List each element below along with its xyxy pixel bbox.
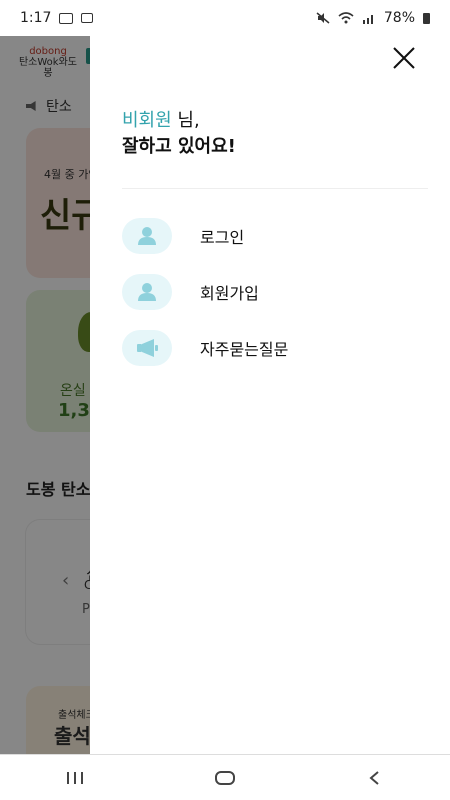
recent-apps-icon [67, 771, 83, 784]
side-drawer: 비회원 님, 잘하고 있어요! 로그인 회원가입 자주묻는질문 [90, 36, 450, 754]
back-button[interactable] [355, 763, 395, 793]
wifi-icon [338, 12, 354, 24]
menu-label-login: 로그인 [200, 228, 245, 247]
battery-icon [423, 12, 430, 24]
screenshot-icon [81, 13, 94, 23]
gallery-icon [59, 12, 74, 24]
menu-label-faq: 자주묻는질문 [200, 340, 289, 359]
user-icon [122, 218, 172, 254]
home-button[interactable] [205, 763, 245, 793]
close-icon [393, 47, 415, 69]
menu-item-faq[interactable]: 자주묻는질문 [122, 328, 422, 368]
honorific: 님, [171, 110, 200, 131]
user-icon [122, 274, 172, 310]
battery-percent: 78% [383, 10, 415, 26]
megaphone-icon [122, 330, 172, 366]
status-time: 1:17 [20, 10, 52, 26]
divider [122, 188, 428, 189]
greeting: 비회원 님, 잘하고 있어요! [122, 108, 236, 160]
system-nav-bar [0, 754, 450, 800]
mute-icon [316, 12, 330, 24]
back-icon [369, 770, 379, 785]
greeting-message: 잘하고 있어요! [122, 136, 236, 157]
home-icon [215, 770, 235, 785]
status-bar: 1:17 78% [0, 0, 450, 36]
menu-item-signup[interactable]: 회원가입 [122, 272, 422, 312]
user-name: 비회원 [122, 110, 172, 131]
recent-apps-button[interactable] [55, 763, 95, 793]
close-button[interactable] [392, 46, 416, 70]
menu-item-login[interactable]: 로그인 [122, 216, 422, 256]
menu-label-signup: 회원가입 [200, 284, 259, 303]
signal-icon [362, 15, 373, 24]
